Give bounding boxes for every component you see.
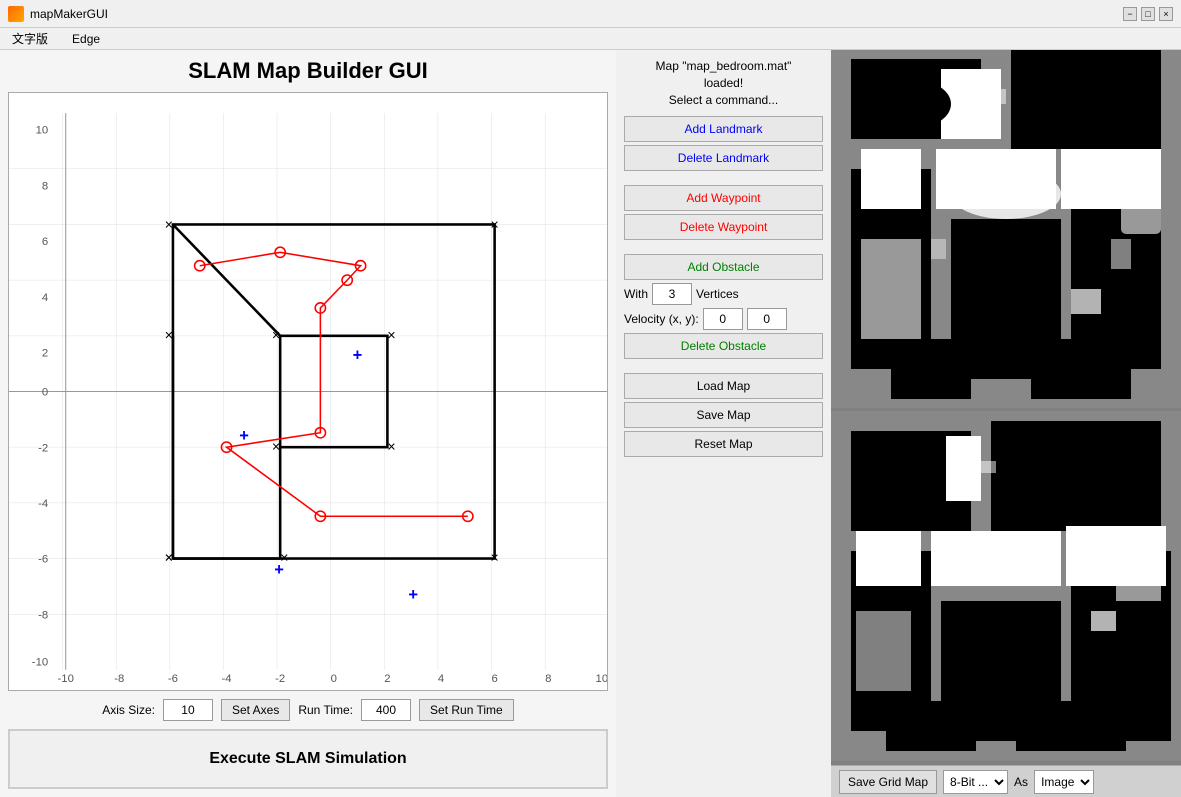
set-run-time-button[interactable]: Set Run Time <box>419 699 514 721</box>
close-button[interactable]: × <box>1159 7 1173 21</box>
load-map-button[interactable]: Load Map <box>624 373 823 399</box>
run-time-input[interactable] <box>361 699 411 721</box>
format-select[interactable]: Image <box>1034 770 1094 794</box>
axis-size-label: Axis Size: <box>102 703 155 717</box>
vertices-input[interactable] <box>652 283 692 305</box>
svg-text:-8: -8 <box>114 673 124 685</box>
svg-text:×: × <box>490 218 498 234</box>
svg-text:+: + <box>274 561 284 579</box>
delete-landmark-button[interactable]: Delete Landmark <box>624 145 823 171</box>
run-time-label: Run Time: <box>298 703 353 717</box>
top-image-panel <box>831 50 1181 408</box>
obstacle-vertices-row: With Vertices <box>624 283 823 305</box>
status-line2: loaded! <box>624 75 823 92</box>
save-grid-bar: Save Grid Map 8-Bit ... As Image <box>831 765 1181 797</box>
svg-text:-4: -4 <box>222 673 232 685</box>
svg-text:-6: -6 <box>38 554 48 566</box>
add-waypoint-button[interactable]: Add Waypoint <box>624 185 823 211</box>
svg-text:-2: -2 <box>275 673 285 685</box>
maximize-button[interactable]: □ <box>1141 7 1155 21</box>
axis-controls: Axis Size: Set Axes Run Time: Set Run Ti… <box>8 699 608 721</box>
right-images-panel: Save Grid Map 8-Bit ... As Image <box>831 50 1181 797</box>
svg-text:+: + <box>408 586 418 604</box>
svg-text:8: 8 <box>42 180 48 192</box>
reset-map-button[interactable]: Reset Map <box>624 431 823 457</box>
as-label: As <box>1014 775 1028 789</box>
svg-text:6: 6 <box>42 236 48 248</box>
svg-text:4: 4 <box>438 673 444 685</box>
svg-text:2: 2 <box>384 673 390 685</box>
svg-text:+: + <box>353 347 363 365</box>
minimize-button[interactable]: − <box>1123 7 1137 21</box>
delete-obstacle-button[interactable]: Delete Obstacle <box>624 333 823 359</box>
svg-text:+: + <box>239 427 249 445</box>
svg-text:8: 8 <box>545 673 551 685</box>
svg-text:10: 10 <box>596 673 607 685</box>
svg-text:10: 10 <box>36 125 49 137</box>
status-area: Map "map_bedroom.mat" loaded! Select a c… <box>624 58 823 108</box>
save-map-button[interactable]: Save Map <box>624 402 823 428</box>
app-icon <box>8 6 24 22</box>
svg-text:×: × <box>165 328 173 344</box>
delete-waypoint-button[interactable]: Delete Waypoint <box>624 214 823 240</box>
svg-text:4: 4 <box>42 292 48 304</box>
axis-size-input[interactable] <box>163 699 213 721</box>
svg-text:-8: -8 <box>38 609 48 621</box>
plot-area: 10 8 6 4 2 0 -2 -4 -6 -8 -10 -10 -8 -6 -… <box>8 92 608 691</box>
svg-text:6: 6 <box>491 673 497 685</box>
title-bar: mapMakerGUI − □ × <box>0 0 1181 28</box>
controls-panel: Map "map_bedroom.mat" loaded! Select a c… <box>616 50 831 797</box>
save-grid-map-button[interactable]: Save Grid Map <box>839 770 937 794</box>
menu-item-texts[interactable]: 文字版 <box>8 30 52 47</box>
svg-text:-10: -10 <box>58 673 74 685</box>
bottom-image-panel <box>831 408 1181 766</box>
velocity-label: Velocity (x, y): <box>624 312 699 326</box>
svg-text:×: × <box>165 218 173 234</box>
status-line3: Select a command... <box>624 92 823 109</box>
svg-text:-6: -6 <box>168 673 178 685</box>
svg-text:0: 0 <box>331 673 337 685</box>
svg-text:-10: -10 <box>32 657 48 669</box>
svg-text:×: × <box>165 551 173 567</box>
execute-slam-button[interactable]: Execute SLAM Simulation <box>8 729 608 789</box>
svg-text:×: × <box>387 439 395 455</box>
page-title: SLAM Map Builder GUI <box>8 58 608 84</box>
vertices-label: Vertices <box>696 287 739 301</box>
svg-text:×: × <box>490 551 498 567</box>
set-axes-button[interactable]: Set Axes <box>221 699 290 721</box>
status-line1: Map "map_bedroom.mat" <box>624 58 823 75</box>
velocity-row: Velocity (x, y): <box>624 308 823 330</box>
svg-text:×: × <box>387 328 395 344</box>
with-label: With <box>624 287 648 301</box>
svg-text:-2: -2 <box>38 442 48 454</box>
menu-bar: 文字版 Edge <box>0 28 1181 50</box>
velocity-x-input[interactable] <box>703 308 743 330</box>
app-title-bar: mapMakerGUI <box>30 7 108 21</box>
bit-depth-select[interactable]: 8-Bit ... <box>943 770 1008 794</box>
velocity-y-input[interactable] <box>747 308 787 330</box>
add-obstacle-button[interactable]: Add Obstacle <box>624 254 823 280</box>
svg-text:2: 2 <box>42 347 48 359</box>
menu-item-edge[interactable]: Edge <box>68 32 104 46</box>
svg-text:-4: -4 <box>38 498 48 510</box>
svg-text:0: 0 <box>42 387 48 399</box>
add-landmark-button[interactable]: Add Landmark <box>624 116 823 142</box>
